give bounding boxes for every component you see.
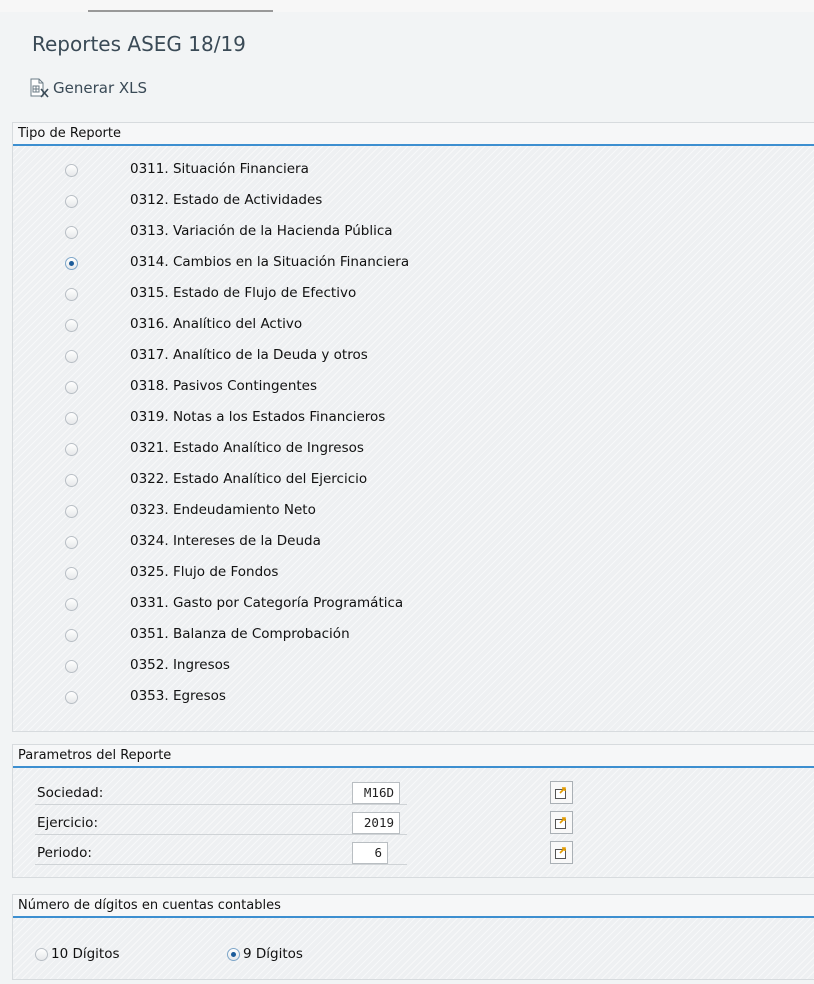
radio-button[interactable] bbox=[65, 597, 78, 611]
radio-button[interactable] bbox=[65, 194, 78, 208]
report-option-label: 0322. Estado Analítico del Ejercicio bbox=[130, 471, 368, 487]
row-underline bbox=[35, 804, 407, 805]
report-option-label: 0312. Estado de Actividades bbox=[130, 192, 323, 208]
digits-9-radio-option[interactable]: 9 Dígitos bbox=[227, 943, 303, 965]
report-type-header: Tipo de Reporte bbox=[13, 123, 814, 146]
ejercicio-label: Ejercicio: bbox=[37, 815, 98, 831]
report-type-group: Tipo de Reporte 0311. Situación Financie… bbox=[12, 122, 814, 732]
sociedad-field[interactable]: M16D bbox=[352, 782, 400, 804]
radio-button-checked[interactable] bbox=[227, 947, 240, 961]
report-option-label: 0318. Pasivos Contingentes bbox=[130, 378, 318, 394]
multiple-selection-icon bbox=[555, 787, 566, 799]
digits-10-label: 10 Dígitos bbox=[51, 946, 120, 962]
radio-button[interactable] bbox=[65, 566, 78, 580]
parameters-group: Parametros del Reporte Sociedad: M16D Ej… bbox=[12, 744, 814, 878]
report-option-0319[interactable]: 0319. Notas a los Estados Financieros bbox=[65, 407, 385, 429]
periodo-field[interactable]: 6 bbox=[352, 842, 388, 864]
report-option-label: 0314. Cambios en la Situación Financiera bbox=[130, 254, 410, 270]
digits-group: Número de dígitos en cuentas contables 1… bbox=[12, 894, 814, 980]
report-option-0318[interactable]: 0318. Pasivos Contingentes bbox=[65, 376, 317, 398]
radio-button[interactable] bbox=[65, 349, 78, 363]
report-option-label: 0311. Situación Financiera bbox=[130, 161, 309, 177]
report-option-0353[interactable]: 0353. Egresos bbox=[65, 686, 226, 708]
report-option-0312[interactable]: 0312. Estado de Actividades bbox=[65, 190, 322, 212]
report-option-0322[interactable]: 0322. Estado Analítico del Ejercicio bbox=[65, 469, 367, 491]
radio-button[interactable] bbox=[65, 380, 78, 394]
digits-10-radio-option[interactable]: 10 Dígitos bbox=[35, 943, 120, 965]
radio-button[interactable] bbox=[65, 473, 78, 487]
periodo-row: Periodo: 6 bbox=[21, 841, 801, 867]
ejercicio-field[interactable]: 2019 bbox=[352, 812, 400, 834]
generate-xls-label: Generar XLS bbox=[53, 79, 148, 97]
sociedad-row: Sociedad: M16D bbox=[21, 781, 801, 807]
excel-export-icon bbox=[30, 78, 49, 98]
report-option-label: 0325. Flujo de Fondos bbox=[130, 564, 279, 580]
radio-button[interactable] bbox=[65, 659, 78, 673]
radio-button[interactable] bbox=[65, 535, 78, 549]
multiple-selection-icon bbox=[555, 847, 566, 859]
periodo-label: Periodo: bbox=[37, 845, 92, 861]
radio-button[interactable] bbox=[65, 442, 78, 456]
application-toolbar: Generar XLS bbox=[0, 68, 814, 108]
sociedad-selection-button[interactable] bbox=[550, 781, 573, 804]
report-option-label: 0316. Analítico del Activo bbox=[130, 316, 303, 332]
radio-button[interactable] bbox=[65, 287, 78, 301]
report-option-0351[interactable]: 0351. Balanza de Comprobación bbox=[65, 624, 350, 646]
title-bar: Reportes ASEG 18/19 bbox=[0, 12, 814, 68]
radio-button[interactable] bbox=[65, 318, 78, 332]
report-option-label: 0351. Balanza de Comprobación bbox=[130, 626, 350, 642]
radio-button[interactable] bbox=[35, 947, 48, 961]
report-option-label: 0331. Gasto por Categoría Programática bbox=[130, 595, 404, 611]
report-option-label: 0319. Notas a los Estados Financieros bbox=[130, 409, 386, 425]
radio-button[interactable] bbox=[65, 628, 78, 642]
report-option-label: 0317. Analítico de la Deuda y otros bbox=[130, 347, 368, 363]
radio-button[interactable] bbox=[65, 504, 78, 518]
report-option-0324[interactable]: 0324. Intereses de la Deuda bbox=[65, 531, 321, 553]
report-option-0316[interactable]: 0316. Analítico del Activo bbox=[65, 314, 302, 336]
report-option-0352[interactable]: 0352. Ingresos bbox=[65, 655, 230, 677]
radio-button[interactable] bbox=[65, 690, 78, 704]
periodo-selection-button[interactable] bbox=[550, 841, 573, 864]
report-option-0315[interactable]: 0315. Estado de Flujo de Efectivo bbox=[65, 283, 356, 305]
generate-xls-button[interactable]: Generar XLS bbox=[28, 76, 147, 100]
top-tab-strip bbox=[0, 0, 814, 12]
report-option-0331[interactable]: 0331. Gasto por Categoría Programática bbox=[65, 593, 403, 615]
report-option-0311[interactable]: 0311. Situación Financiera bbox=[65, 159, 309, 181]
report-option-0325[interactable]: 0325. Flujo de Fondos bbox=[65, 562, 278, 584]
report-option-label: 0324. Intereses de la Deuda bbox=[130, 533, 321, 549]
parameters-header: Parametros del Reporte bbox=[13, 745, 814, 768]
page-title: Reportes ASEG 18/19 bbox=[32, 32, 246, 56]
report-option-label: 0353. Egresos bbox=[130, 688, 226, 704]
row-underline bbox=[35, 864, 407, 865]
radio-button[interactable] bbox=[65, 225, 78, 239]
report-option-label: 0321. Estado Analítico de Ingresos bbox=[130, 440, 364, 456]
digits-9-label: 9 Dígitos bbox=[243, 946, 303, 962]
report-option-label: 0315. Estado de Flujo de Efectivo bbox=[130, 285, 357, 301]
row-underline bbox=[35, 834, 407, 835]
digits-header: Número de dígitos en cuentas contables bbox=[13, 895, 814, 918]
report-option-0323[interactable]: 0323. Endeudamiento Neto bbox=[65, 500, 316, 522]
multiple-selection-icon bbox=[555, 817, 566, 829]
radio-button[interactable] bbox=[65, 411, 78, 425]
report-option-0314[interactable]: 0314. Cambios en la Situación Financiera bbox=[65, 252, 409, 274]
report-option-label: 0323. Endeudamiento Neto bbox=[130, 502, 316, 518]
ejercicio-row: Ejercicio: 2019 bbox=[21, 811, 801, 837]
report-option-0317[interactable]: 0317. Analítico de la Deuda y otros bbox=[65, 345, 368, 367]
report-option-0313[interactable]: 0313. Variación de la Hacienda Pública bbox=[65, 221, 393, 243]
report-option-label: 0313. Variación de la Hacienda Pública bbox=[130, 223, 393, 239]
report-option-label: 0352. Ingresos bbox=[130, 657, 230, 673]
ejercicio-selection-button[interactable] bbox=[550, 811, 573, 834]
radio-button-checked[interactable] bbox=[65, 256, 78, 270]
sociedad-label: Sociedad: bbox=[37, 785, 104, 801]
radio-button[interactable] bbox=[65, 163, 78, 177]
report-option-0321[interactable]: 0321. Estado Analítico de Ingresos bbox=[65, 438, 364, 460]
